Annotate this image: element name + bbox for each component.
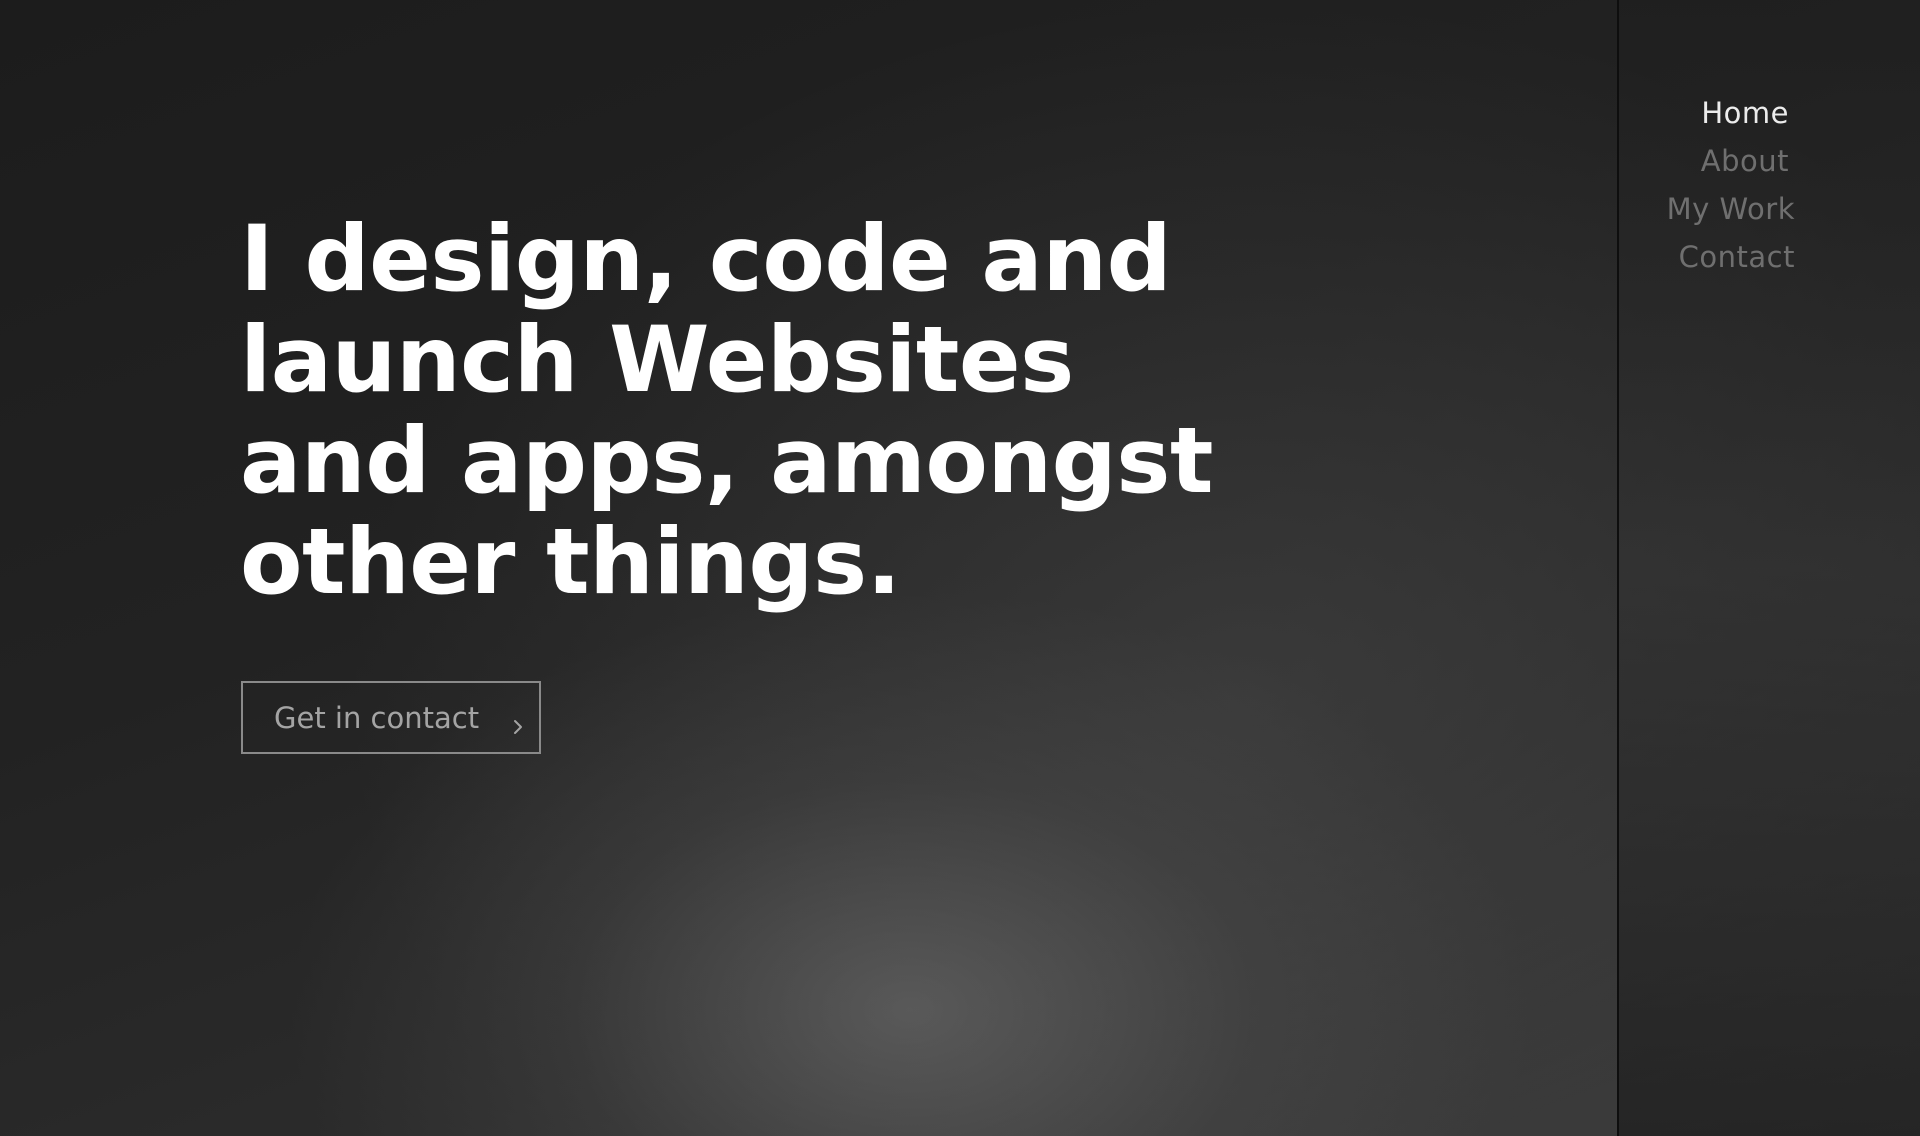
main-nav: Home About My Work Contact bbox=[1667, 94, 1795, 276]
nav-item-home[interactable]: Home bbox=[1701, 94, 1789, 132]
sidebar: Home About My Work Contact bbox=[1617, 0, 1920, 1136]
page: I design, code and launch Websites and a… bbox=[0, 0, 1920, 1136]
nav-item-contact[interactable]: Contact bbox=[1679, 238, 1795, 276]
hero-headline: I design, code and launch Websites and a… bbox=[240, 207, 1213, 615]
main-content: I design, code and launch Websites and a… bbox=[0, 0, 1617, 1136]
get-in-contact-button[interactable]: Get in contact bbox=[241, 681, 541, 754]
nav-item-my-work[interactable]: My Work bbox=[1667, 190, 1795, 228]
nav-item-about[interactable]: About bbox=[1701, 142, 1789, 180]
get-in-contact-label: Get in contact bbox=[274, 700, 480, 735]
chevron-right-icon bbox=[509, 709, 527, 734]
